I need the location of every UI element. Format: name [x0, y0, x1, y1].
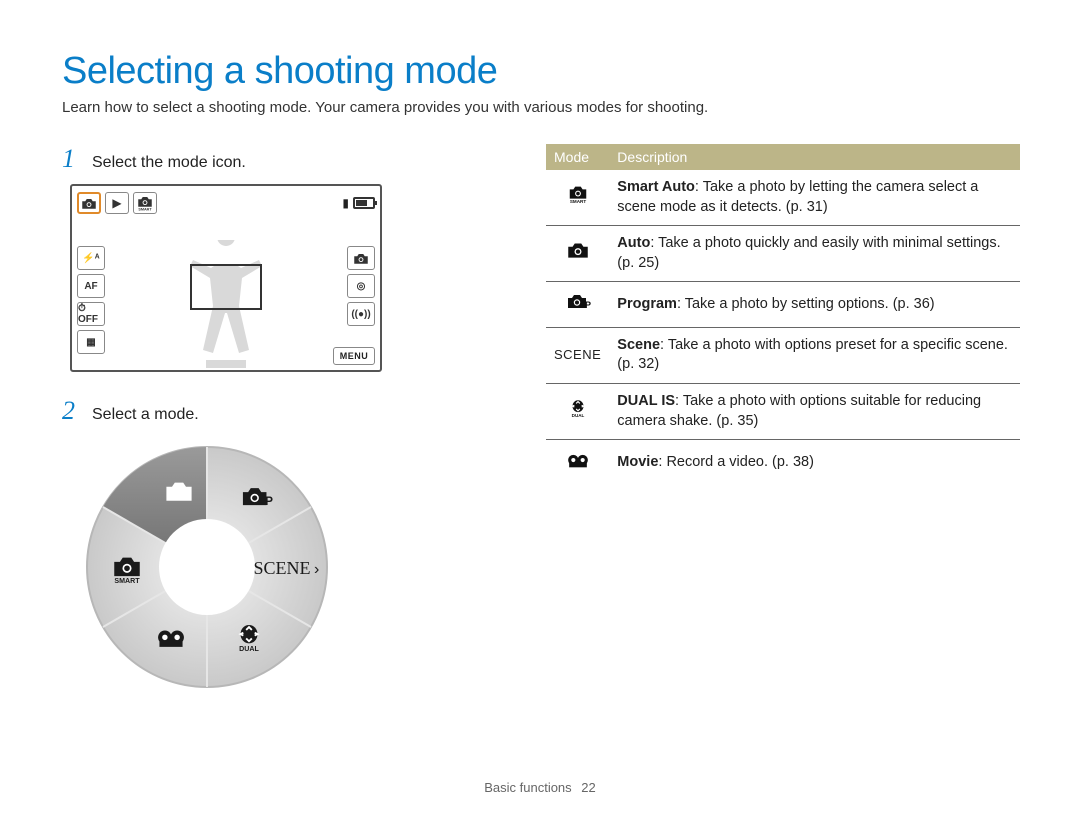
svg-text:›: › — [314, 561, 319, 578]
table-header-mode: Mode — [546, 144, 609, 170]
table-row: DUAL IS: Take a photo with options suita… — [546, 383, 1020, 439]
auto-icon — [565, 239, 591, 268]
display-icon[interactable]: ▦ — [77, 330, 105, 354]
table-header-description: Description — [609, 144, 1020, 170]
step-2-text: Select a mode. — [92, 406, 199, 424]
footer-section: Basic functions — [484, 780, 571, 795]
table-row: Movie: Record a video. (p. 38) — [546, 440, 1020, 485]
page-footer: Basic functions 22 — [0, 780, 1080, 795]
step-1-number: 1 — [62, 144, 82, 174]
mode-dial[interactable]: SCENE › — [82, 442, 492, 692]
page-title: Selecting a shooting mode — [62, 50, 1020, 93]
dual-is-icon — [565, 397, 591, 426]
svg-text:SCENE: SCENE — [253, 558, 310, 578]
table-row: SCENE Scene: Take a photo with options p… — [546, 327, 1020, 383]
focus-mode-icon[interactable]: ◎ — [347, 274, 375, 298]
step-2-number: 2 — [62, 396, 82, 426]
timer-off-icon[interactable]: ⏱OFF — [77, 302, 105, 326]
af-icon[interactable]: AF — [77, 274, 105, 298]
menu-button[interactable]: MENU — [333, 347, 375, 365]
battery-icon — [353, 197, 375, 209]
page-subtitle: Learn how to select a shooting mode. You… — [62, 99, 1020, 116]
mode-icon-button[interactable] — [77, 192, 101, 214]
signal-icon: ▮ — [342, 196, 349, 210]
camera-lcd-illustration: ▶ ▮ — [70, 184, 382, 372]
footer-page-number: 22 — [581, 780, 595, 795]
table-row: Program: Take a photo by setting options… — [546, 282, 1020, 328]
smart-mode-icon[interactable] — [133, 192, 157, 214]
playback-icon[interactable]: ▶ — [105, 192, 129, 214]
mode-description-table: Mode Description Smart Auto: Take a phot… — [546, 144, 1020, 485]
table-row: Auto: Take a photo quickly and easily wi… — [546, 226, 1020, 282]
step-1-text: Select the mode icon. — [92, 154, 246, 172]
shoot-icon[interactable] — [347, 246, 375, 270]
wifi-icon[interactable]: ((●)) — [347, 302, 375, 326]
scene-icon: SCENE — [554, 347, 601, 362]
focus-box — [190, 264, 262, 310]
program-icon — [565, 290, 591, 319]
movie-icon — [565, 448, 591, 477]
flash-auto-icon[interactable]: ⚡ᴬ — [77, 246, 105, 270]
table-row: Smart Auto: Take a photo by letting the … — [546, 170, 1020, 226]
smart-auto-icon — [565, 183, 591, 212]
